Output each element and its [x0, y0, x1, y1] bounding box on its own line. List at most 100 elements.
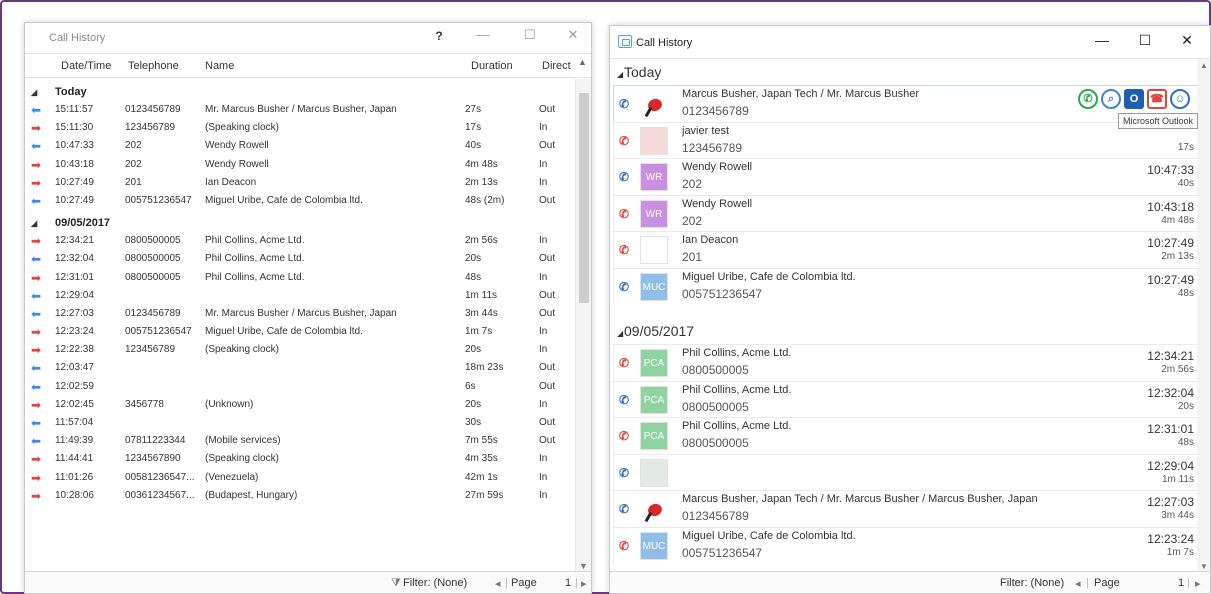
- contact-number[interactable]: 202: [682, 177, 702, 191]
- table-row[interactable]: ➡ 12:34:21 0800500005 Phil Collins, Acme Lt…: [25, 232, 577, 250]
- table-row[interactable]: ⬅ 12:02:59 6s Out: [25, 378, 577, 396]
- close-button[interactable]: ✕: [1177, 32, 1197, 49]
- call-button[interactable]: ✆: [1078, 89, 1098, 109]
- filter-label[interactable]: Filter: (None): [403, 577, 467, 589]
- call-card[interactable]: ✆ PCA Phil Collins, Acme Ltd. 0800500005 12:…: [613, 417, 1198, 454]
- table-row[interactable]: ⬅ 11:49:39 07811223344 (Mobile services) 7m …: [25, 432, 577, 450]
- contact-number[interactable]: 201: [682, 250, 702, 264]
- call-card[interactable]: ✆ 12:29:04 1m 11s: [613, 453, 1198, 490]
- arrow-left-icon: ⬅: [31, 434, 42, 449]
- scroll-down-icon[interactable]: ▼: [579, 561, 588, 571]
- outlook-button[interactable]: O: [1124, 89, 1144, 109]
- scrollbar-thumb[interactable]: [579, 93, 589, 303]
- crm-button[interactable]: ☎: [1147, 89, 1167, 109]
- help-button[interactable]: ?: [429, 29, 449, 43]
- column-duration[interactable]: Duration: [471, 60, 513, 72]
- call-card[interactable]: ✆ Ian Deacon 201 10:27:49 2m 13s: [613, 231, 1198, 268]
- call-card[interactable]: ✆ javier test 123456789 17s: [613, 121, 1198, 158]
- minimize-button[interactable]: —: [1092, 32, 1112, 48]
- cell-direction: In: [539, 176, 548, 188]
- prev-page-icon[interactable]: ◂: [495, 577, 501, 590]
- table-row[interactable]: ⬅ 10:47:33 202 Wendy Rowell 40s Out: [25, 137, 577, 155]
- avatar: PCA: [640, 385, 668, 414]
- maximize-button[interactable]: ☐: [520, 27, 540, 43]
- filter-label[interactable]: Filter: (None): [1000, 577, 1064, 589]
- collapse-icon[interactable]: ◢: [31, 219, 37, 228]
- contact-number[interactable]: 0800500005: [682, 400, 749, 414]
- cell-duration: 40s: [465, 140, 482, 152]
- collapse-icon[interactable]: ◢: [617, 70, 623, 79]
- column-datetime[interactable]: Date/Time: [61, 60, 111, 72]
- table-row[interactable]: ⬅ 11:57:04 30s Out: [25, 414, 577, 432]
- contact-number[interactable]: 202: [682, 214, 702, 228]
- column-header: Date/Time Telephone Name Duration Direct…: [25, 54, 591, 78]
- minimize-button[interactable]: —: [473, 27, 493, 42]
- call-card[interactable]: ✆ WR Wendy Rowell 202 10:43:18 4m 48s: [613, 194, 1198, 231]
- table-row[interactable]: ➡ 12:23:24 005751236547 Miguel Uribe, Cafe …: [25, 323, 577, 341]
- cell-name: (Speaking clock): [205, 122, 279, 134]
- outgoing-call-icon: ✆: [619, 465, 630, 480]
- table-row[interactable]: ➡ 12:31:01 0800500005 Phil Collins, Acme Lt…: [25, 269, 577, 287]
- column-telephone[interactable]: Telephone: [128, 60, 179, 72]
- scroll-up-icon[interactable]: ▲: [1200, 61, 1208, 70]
- collapse-icon[interactable]: ◢: [617, 329, 623, 338]
- table-row[interactable]: ➡ 10:28:06 00361234567... (Budapest, Hungar…: [25, 487, 577, 505]
- contact-number[interactable]: 0123456789: [682, 104, 749, 118]
- call-card[interactable]: ✆ Marcus Busher, Japan Tech / Mr. Marcus …: [613, 490, 1198, 527]
- group-header[interactable]: ◢ Today: [25, 83, 577, 101]
- scroll-up-icon[interactable]: ▲: [578, 57, 587, 67]
- cell-name: Phil Collins, Acme Ltd.: [205, 271, 305, 283]
- search-button[interactable]: ⌕: [1101, 89, 1121, 109]
- contact-name: Wendy Rowell: [682, 197, 753, 210]
- table-row[interactable]: ⬅ 12:27:03 0123456789 Mr. Marcus Busher / M…: [25, 305, 577, 323]
- call-card[interactable]: ✆ Marcus Busher, Japan Tech / Mr. Marcus …: [613, 85, 1198, 129]
- group-header[interactable]: ◢ 09/05/2017: [610, 318, 1198, 344]
- table-row[interactable]: ➡ 11:01:26 00581236547... (Venezuela) 42m 1s…: [25, 469, 577, 487]
- next-page-icon[interactable]: ▸: [581, 577, 587, 590]
- call-card[interactable]: ✆ MUC Miguel Uribe, Cafe de Colombia ltd. 0…: [613, 267, 1198, 304]
- contact-number[interactable]: 123456789: [682, 141, 742, 155]
- table-row[interactable]: ➡ 15:11:30 123456789 (Speaking clock) 17s In: [25, 119, 577, 137]
- cell-direction: In: [539, 344, 548, 356]
- table-row[interactable]: ⬅ 15:11:57 0123456789 Mr. Marcus Busher / M…: [25, 101, 577, 119]
- call-card[interactable]: ✆ PCA Phil Collins, Acme Ltd. 0800500005 12:…: [613, 380, 1198, 417]
- cell-telephone: 202: [125, 140, 142, 152]
- table-row[interactable]: ➡ 12:02:45 3456778 (Unknown) 20s In: [25, 396, 577, 414]
- group-header[interactable]: ◢ 09/05/2017: [25, 214, 577, 232]
- page-number[interactable]: 1: [565, 577, 571, 589]
- contact-number[interactable]: 005751236547: [682, 546, 762, 560]
- table-row[interactable]: ⬅ 10:27:49 005751236547 Miguel Uribe, Cafe …: [25, 192, 577, 210]
- contact-number[interactable]: 005751236547: [682, 287, 762, 301]
- table-row[interactable]: ➡ 10:27:49 201 Ian Deacon 2m 13s In: [25, 174, 577, 192]
- maximize-button[interactable]: ☐: [1135, 32, 1155, 49]
- contact-button[interactable]: ☺: [1170, 89, 1190, 109]
- table-row[interactable]: ➡ 10:43:18 202 Wendy Rowell 4m 48s In: [25, 156, 577, 174]
- table-row[interactable]: ⬅ 12:29:04 1m 11s Out: [25, 287, 577, 305]
- vertical-scrollbar[interactable]: ▼: [575, 79, 591, 573]
- group-header[interactable]: ◢ Today: [610, 59, 1198, 85]
- next-page-icon[interactable]: ▸: [1195, 577, 1201, 590]
- table-row[interactable]: ➡ 11:44:41 1234567890 (Speaking clock) 4m 35…: [25, 450, 577, 468]
- column-direction[interactable]: Direct: [542, 60, 571, 72]
- call-card[interactable]: ✆ WR Wendy Rowell 202 10:47:33 40s: [613, 158, 1198, 195]
- call-duration: 20s: [1177, 400, 1194, 412]
- call-card[interactable]: ✆ MUC Miguel Uribe, Cafe de Colombia ltd. 0…: [613, 526, 1198, 563]
- contact-number[interactable]: 0800500005: [682, 363, 749, 377]
- page-number[interactable]: 1: [1178, 577, 1184, 589]
- contact-name: Phil Collins, Acme Ltd.: [682, 383, 792, 396]
- filter-icon[interactable]: ⧩: [391, 577, 401, 590]
- table-row[interactable]: ➡ 12:22:38 123456789 (Speaking clock) 20s In: [25, 341, 577, 359]
- table-row[interactable]: ⬅ 12:32:04 0800500005 Phil Collins, Acme Lt…: [25, 250, 577, 268]
- close-button[interactable]: ✕: [563, 27, 583, 43]
- contact-number[interactable]: 0123456789: [682, 509, 749, 523]
- column-name[interactable]: Name: [205, 60, 234, 72]
- arrow-right-icon: ➡: [31, 470, 42, 485]
- cell-datetime: 15:11:30: [55, 122, 94, 134]
- vertical-scrollbar[interactable]: ▲ ▼: [1197, 59, 1210, 573]
- table-row[interactable]: ⬅ 12:03:47 18m 23s Out: [25, 359, 577, 377]
- call-card[interactable]: ✆ PCA Phil Collins, Acme Ltd. 0800500005 12:…: [613, 344, 1198, 381]
- collapse-icon[interactable]: ◢: [31, 88, 37, 97]
- scroll-down-icon[interactable]: ▼: [1200, 562, 1208, 571]
- prev-page-icon[interactable]: ◂: [1075, 577, 1081, 590]
- contact-number[interactable]: 0800500005: [682, 436, 749, 450]
